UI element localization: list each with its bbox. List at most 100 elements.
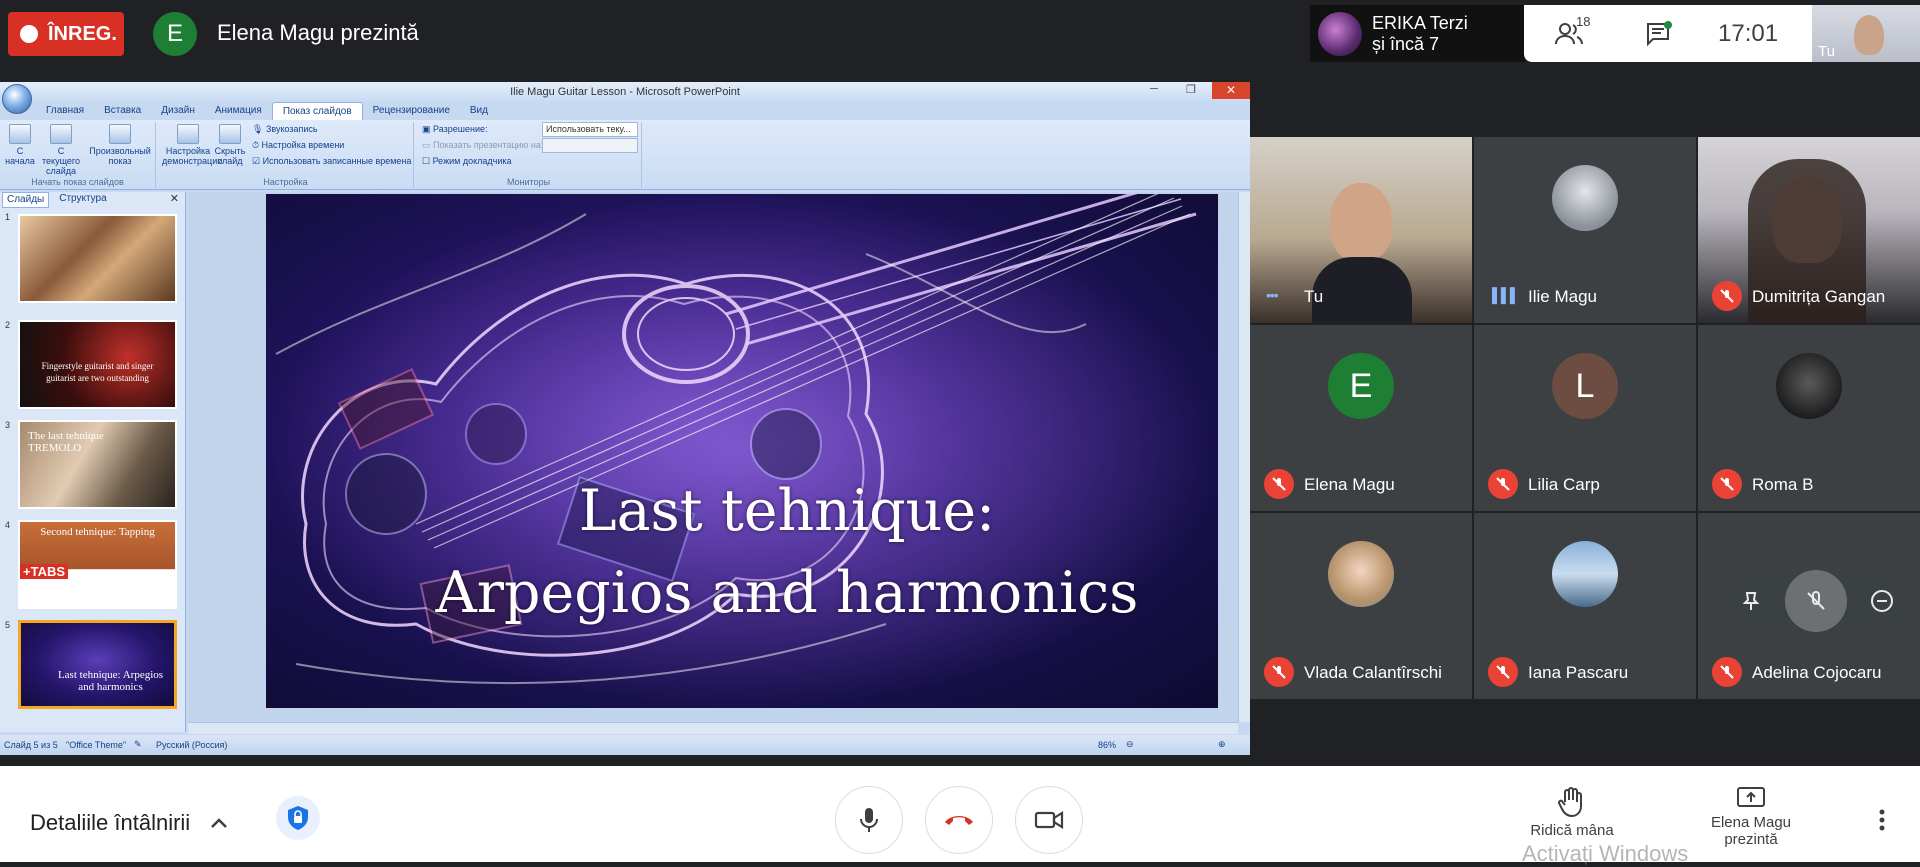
participant-tile-elena-magu[interactable]: E Elena Magu xyxy=(1250,325,1472,511)
custom-show-icon xyxy=(109,124,131,144)
tab-home[interactable]: Главная xyxy=(36,102,94,120)
slide-thumbnail-1[interactable] xyxy=(18,214,177,303)
close-window-button[interactable]: ✕ xyxy=(1212,82,1250,99)
mute-participant-button[interactable] xyxy=(1784,570,1847,632)
zoom-out-icon[interactable]: ⊖ xyxy=(1126,739,1134,750)
participant-name: Dumitrița Gangan xyxy=(1752,287,1886,306)
group-caption-setup: Настройка xyxy=(263,177,308,187)
window-title: Ilie Magu Guitar Lesson - Microsoft Powe… xyxy=(0,82,1250,102)
participant-avatar xyxy=(1552,541,1618,607)
tab-design[interactable]: Дизайн xyxy=(151,102,205,120)
people-count: 18 xyxy=(1576,13,1591,29)
restore-icon[interactable]: ❐ xyxy=(1186,83,1196,96)
status-zoom: 86% xyxy=(1098,740,1117,750)
participant-tile-vlada-calantirschi[interactable]: Vlada Calantîrschi xyxy=(1250,513,1472,699)
participant-name: Roma B xyxy=(1752,475,1814,494)
present-now-button[interactable]: Elena Magu prezintă xyxy=(1696,786,1806,848)
slide-thumbnail-3[interactable]: The last tehnique TREMOLO xyxy=(18,420,177,509)
slide-thumbnail-4[interactable]: Second tehnique: Tapping +TABS xyxy=(18,520,177,609)
tab-slideshow[interactable]: Показ слайдов xyxy=(271,102,363,120)
mic-off-icon xyxy=(1264,469,1294,499)
tab-view[interactable]: Вид xyxy=(460,102,498,120)
participant-name: Vlada Calantîrschi xyxy=(1304,663,1442,682)
vertical-scrollbar[interactable] xyxy=(1238,192,1250,722)
presenting-text: Elena Magu prezintă xyxy=(217,20,419,45)
host-controls-button[interactable] xyxy=(276,796,320,840)
minimize-icon[interactable]: ─ xyxy=(1150,83,1158,95)
from-start-button[interactable]: С начала xyxy=(2,124,38,166)
participant-tile-dumitrita-gangan[interactable]: Dumitrița Gangan xyxy=(1698,137,1920,323)
presenter-avatar: E xyxy=(153,12,197,56)
mic-off-icon xyxy=(1488,657,1518,687)
participant-name: Tu xyxy=(1304,287,1324,306)
custom-show-button[interactable]: Произвольный показ xyxy=(88,124,152,166)
office-button[interactable] xyxy=(2,84,32,114)
camera-button[interactable] xyxy=(1015,786,1083,854)
hang-up-icon xyxy=(945,816,973,825)
participant-avatar xyxy=(1552,165,1618,231)
participant-tile-tu[interactable]: ••• Tu xyxy=(1250,137,1472,323)
camera-icon xyxy=(1034,811,1064,829)
self-preview[interactable]: Tu xyxy=(1812,5,1920,62)
use-timings-checkbox[interactable]: ☑ Использовать записанные времена xyxy=(252,156,411,167)
slideshow-current-icon xyxy=(50,124,72,144)
from-current-button[interactable]: С текущего слайда xyxy=(38,124,84,176)
ribbon-group-setup: Настройка демонстрации Скрыть слайд 🎙 Зв… xyxy=(158,122,414,188)
participant-tile-roma-b[interactable]: Roma B xyxy=(1698,325,1920,511)
show-on-label: ▭ Показать презентацию на: xyxy=(422,140,544,150)
mic-off-icon xyxy=(1712,281,1742,311)
speaking-indicator-icon: ••• xyxy=(1266,287,1279,303)
slide-title-line-1: Last tehnique: xyxy=(578,478,996,544)
tab-review[interactable]: Рецензирование xyxy=(363,102,460,120)
participant-name: Adelina Cojocaru xyxy=(1752,663,1882,682)
raise-hand-icon xyxy=(1558,787,1582,818)
show-on-select[interactable] xyxy=(542,138,638,153)
rehearse-timings-button[interactable]: ⏱ Настройка времени xyxy=(252,140,344,151)
meeting-details-button[interactable]: Detaliile întâlnirii xyxy=(30,810,228,836)
raise-hand-button[interactable]: Ridică mâna xyxy=(1520,786,1624,839)
slide-thumbnail-2[interactable]: Fingerstyle guitarist and singer guitari… xyxy=(18,320,177,409)
pin-icon[interactable] xyxy=(1740,590,1762,612)
present-label-1: Elena Magu xyxy=(1710,814,1792,831)
group-caption-start: Начать показ слайдов xyxy=(31,177,124,187)
slide-title: Last tehnique: Arpegios and harmonics xyxy=(386,470,1188,634)
speaking-indicator-icon: ▌▌▌ xyxy=(1492,287,1520,303)
spellcheck-icon[interactable]: ✎ xyxy=(134,739,142,750)
resolution-select[interactable]: Использовать теку... xyxy=(542,122,638,137)
slide-thumbnail-5[interactable]: Last tehnique: Arpegios and harmonics xyxy=(18,620,177,709)
self-label: Tu xyxy=(1818,43,1835,60)
tab-outline[interactable]: Структура xyxy=(55,192,110,208)
record-narration-button[interactable]: 🎙 Звукозапись xyxy=(252,124,318,135)
presenter-view-checkbox[interactable]: ☐ Режим докладчика xyxy=(422,156,512,167)
remove-icon[interactable] xyxy=(1870,589,1894,613)
microphone-button[interactable] xyxy=(835,786,903,854)
hide-slide-button[interactable]: Скрыть слайд xyxy=(214,124,246,166)
zoom-in-icon[interactable]: ⊕ xyxy=(1218,739,1226,750)
clock: 17:01 xyxy=(1718,19,1779,47)
people-button[interactable]: 18 xyxy=(1524,14,1614,46)
leave-call-button[interactable] xyxy=(925,786,993,854)
thumbnail-text: Last tehnique: Arpegios and harmonics xyxy=(57,669,164,693)
horizontal-scrollbar[interactable] xyxy=(188,722,1238,734)
recording-badge[interactable]: ÎNREG. xyxy=(8,12,124,56)
chat-button[interactable] xyxy=(1614,20,1704,47)
tab-insert[interactable]: Вставка xyxy=(94,102,151,120)
participant-tile-ilie-magu[interactable]: ▌▌▌ Ilie Magu xyxy=(1474,137,1696,323)
setup-show-button[interactable]: Настройка демонстрации xyxy=(162,124,222,166)
slide-number: 4 xyxy=(5,520,11,530)
tab-slides[interactable]: Слайды xyxy=(2,192,50,208)
status-language: Русский (Россия) xyxy=(156,740,228,750)
active-speaker-chip[interactable]: ERIKA Terzi și încă 7 xyxy=(1310,5,1525,62)
more-options-button[interactable] xyxy=(1868,806,1896,834)
participant-tile-lilia-carp[interactable]: L Lilia Carp xyxy=(1474,325,1696,511)
participant-name: Lilia Carp xyxy=(1528,475,1600,494)
participant-avatar: E xyxy=(1328,353,1394,419)
meeting-details-label: Detaliile întâlnirii xyxy=(30,810,191,835)
close-panel-icon[interactable]: ✕ xyxy=(170,192,179,205)
tab-animation[interactable]: Анимация xyxy=(205,102,272,120)
active-speaker-name: ERIKA Terzi și încă 7 xyxy=(1372,12,1468,54)
self-face xyxy=(1854,15,1884,55)
participant-tile-iana-pascaru[interactable]: Iana Pascaru xyxy=(1474,513,1696,699)
slide-title-line-2: Arpegios and harmonics xyxy=(435,560,1139,626)
current-slide[interactable]: Last tehnique: Arpegios and harmonics xyxy=(266,194,1218,708)
